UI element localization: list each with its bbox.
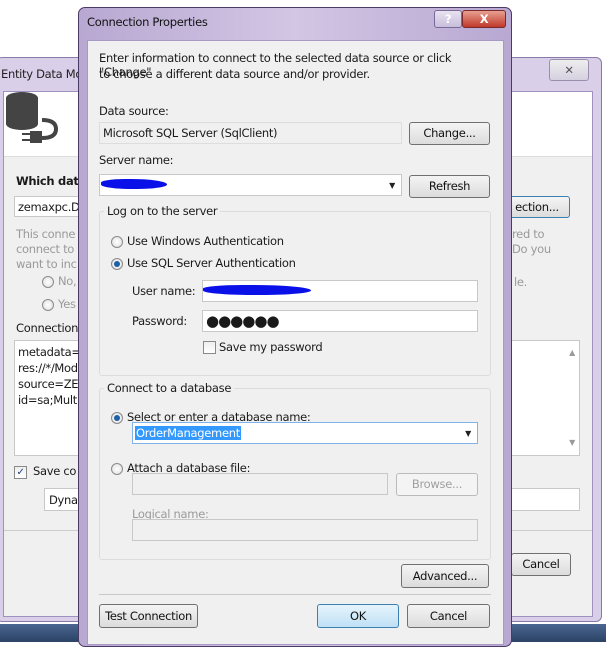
which-data-label: Which data bbox=[16, 174, 87, 188]
logical-name-field[interactable] bbox=[132, 519, 478, 541]
save-connection-checkbox[interactable]: ✓ bbox=[14, 466, 27, 479]
sql-auth-label: Use SQL Server Authentication bbox=[127, 256, 296, 270]
database-name-combo[interactable]: OrderManagement ▼ bbox=[132, 422, 478, 444]
close-button[interactable]: ✕ bbox=[549, 59, 589, 81]
info-text: Do you bbox=[512, 242, 551, 256]
close-button[interactable]: X bbox=[462, 10, 506, 28]
advanced-button[interactable]: Advanced... bbox=[401, 564, 489, 588]
info-text: red to bbox=[512, 227, 545, 241]
radio-no[interactable] bbox=[42, 276, 54, 288]
database-connect-icon bbox=[6, 92, 59, 143]
data-source-field: Microsoft SQL Server (SqlClient) bbox=[99, 122, 402, 144]
divider bbox=[99, 594, 491, 595]
cancel-button[interactable]: Cancel bbox=[511, 553, 571, 576]
windows-auth-radio[interactable] bbox=[111, 236, 123, 248]
user-name-label: User name: bbox=[132, 284, 196, 298]
dropdown-arrow-icon[interactable]: ▼ bbox=[389, 181, 395, 190]
dropdown-arrow-icon[interactable]: ▼ bbox=[465, 429, 471, 438]
sql-auth-radio[interactable] bbox=[111, 258, 123, 270]
password-label: Password: bbox=[132, 314, 187, 328]
password-field[interactable]: ●●●●●● bbox=[202, 310, 478, 332]
cancel-button[interactable]: Cancel bbox=[407, 604, 490, 628]
connection-string-label: Connection bbox=[16, 321, 79, 335]
redacted-server-name bbox=[101, 179, 167, 189]
browse-button[interactable]: Browse... bbox=[396, 473, 478, 496]
user-name-field[interactable] bbox=[202, 280, 478, 302]
ok-button[interactable]: OK bbox=[317, 604, 399, 628]
intro-text: to choose a different data source and/or… bbox=[99, 67, 370, 81]
database-name-value: OrderManagement bbox=[135, 426, 241, 440]
info-text: want to inc bbox=[16, 257, 77, 271]
connection-combo-value: zemaxpc.D bbox=[18, 200, 80, 214]
windows-auth-label: Use Windows Authentication bbox=[127, 234, 284, 248]
data-source-label: Data source: bbox=[99, 104, 169, 118]
select-database-radio[interactable] bbox=[111, 412, 123, 424]
server-name-combo[interactable]: ▼ bbox=[99, 174, 402, 196]
entity-name-value: Dyna bbox=[49, 493, 78, 507]
save-password-checkbox[interactable] bbox=[203, 341, 216, 354]
change-button[interactable]: Change... bbox=[409, 122, 490, 145]
info-text: le. bbox=[514, 275, 528, 289]
connection-properties-dialog: Connection Properties ? X Enter informat… bbox=[78, 7, 512, 647]
dialog-title: Connection Properties bbox=[87, 15, 208, 29]
logon-group-label: Log on to the server bbox=[104, 204, 221, 218]
server-name-label: Server name: bbox=[99, 153, 174, 167]
scroll-down-arrow-icon[interactable]: ▼ bbox=[569, 435, 575, 451]
database-file-field[interactable] bbox=[132, 473, 388, 495]
dialog-client: Enter information to connect to the sele… bbox=[87, 40, 504, 645]
radio-yes-label: Yes bbox=[58, 297, 76, 311]
save-connection-label: Save co bbox=[33, 464, 77, 478]
radio-no-label: No, bbox=[58, 274, 77, 288]
radio-yes[interactable] bbox=[42, 299, 54, 311]
window-title: Entity Data Mo bbox=[1, 67, 83, 81]
help-button[interactable]: ? bbox=[434, 10, 462, 28]
info-text: This conne bbox=[16, 227, 76, 241]
attach-database-radio[interactable] bbox=[111, 463, 123, 475]
refresh-button[interactable]: Refresh bbox=[409, 175, 490, 198]
scroll-up-arrow-icon[interactable]: ▲ bbox=[569, 345, 575, 361]
database-group-label: Connect to a database bbox=[104, 381, 235, 395]
info-text: connect to bbox=[16, 242, 75, 256]
redacted-user-name bbox=[203, 285, 311, 295]
password-value: ●●●●●● bbox=[206, 312, 280, 330]
test-connection-button[interactable]: Test Connection bbox=[99, 604, 198, 628]
data-source-value: Microsoft SQL Server (SqlClient) bbox=[103, 126, 278, 140]
save-password-label: Save my password bbox=[219, 340, 323, 354]
new-connection-button[interactable]: ection... bbox=[504, 196, 570, 218]
